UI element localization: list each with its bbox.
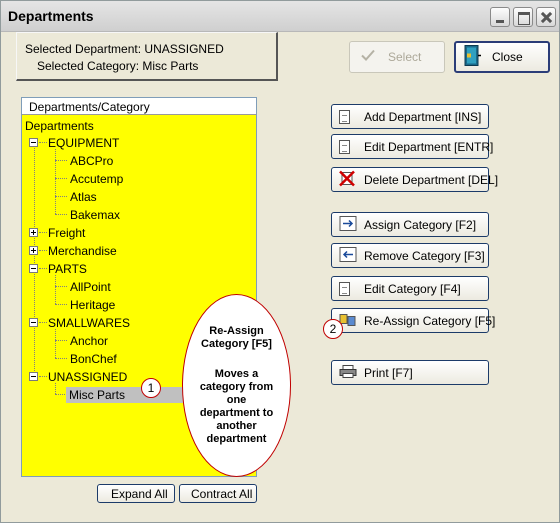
remove-arrows-icon <box>339 246 357 265</box>
balloon-body: Moves a category from one department to … <box>183 368 290 446</box>
edit-document-icon <box>339 139 350 154</box>
balloon-body-line: another <box>216 420 257 432</box>
assign-category-button[interactable]: Assign Category [F2] <box>331 212 489 237</box>
tree-connector <box>39 142 47 143</box>
tree-node-merchandise[interactable]: Merchandise <box>48 244 117 258</box>
contract-all-label: Contract All <box>191 486 253 501</box>
remove-category-button[interactable]: Remove Category [F3] <box>331 243 489 268</box>
tree-node-bakemax[interactable]: Bakemax <box>70 208 120 222</box>
tree-connector <box>39 322 47 323</box>
tree-connector <box>55 160 67 161</box>
edit-category-button[interactable]: Edit Category [F4] <box>331 276 489 301</box>
reassign-callout-balloon: Re-Assign Category [F5] Moves a category… <box>182 294 291 477</box>
tree-connector <box>34 139 35 377</box>
tree-connector <box>55 286 67 287</box>
close-window-button[interactable] <box>536 7 556 27</box>
new-document-icon <box>339 109 350 124</box>
edit-department-button[interactable]: Edit Department [ENTR] <box>331 134 493 159</box>
reassign-category-label: Re-Assign Category [F5] <box>364 313 496 328</box>
tree-node-atlas[interactable]: Atlas <box>70 190 97 204</box>
select-button[interactable]: Select <box>349 41 445 73</box>
tree-connector <box>55 358 67 359</box>
tree-connector <box>55 214 67 215</box>
maximize-button[interactable] <box>513 7 533 27</box>
remove-category-label: Remove Category [F3] <box>364 248 485 263</box>
add-department-label: Add Department [INS] <box>364 109 482 124</box>
add-department-button[interactable]: Add Department [INS] <box>331 104 489 129</box>
delete-department-label: Delete Department [DEL] <box>364 172 499 187</box>
tree-connector <box>55 196 67 197</box>
tree-connector <box>55 329 56 358</box>
close-button[interactable]: Close <box>454 41 550 73</box>
tree-connector <box>55 275 56 304</box>
window-title: Departments <box>8 8 94 24</box>
balloon-title: Re-Assign Category [F5] <box>183 325 290 351</box>
balloon-title-line: Category [F5] <box>201 338 272 350</box>
tree-connector <box>39 268 47 269</box>
delete-x-icon <box>339 170 355 189</box>
print-button[interactable]: Print [F7] <box>331 360 489 385</box>
callout-marker-2: 2 <box>323 319 343 339</box>
balloon-body-line: department <box>206 433 267 445</box>
title-bar: Departments <box>1 1 559 32</box>
collapse-icon[interactable] <box>29 264 38 273</box>
collapse-icon[interactable] <box>29 318 38 327</box>
tree-connector <box>39 232 47 233</box>
tree-node-abcpro[interactable]: ABCPro <box>70 154 113 168</box>
close-button-label: Close <box>492 50 523 64</box>
tree-node-heritage[interactable]: Heritage <box>70 298 115 312</box>
balloon-body-line: Moves a <box>214 368 259 380</box>
assign-category-label: Assign Category [F2] <box>364 217 477 232</box>
balloon-body-line: department to <box>199 407 274 419</box>
checkmark-icon <box>360 49 376 66</box>
tree-root-departments[interactable]: Departments <box>25 119 94 133</box>
selection-panel: Selected Department: UNASSIGNED Selected… <box>16 32 278 81</box>
tree-node-parts[interactable]: PARTS <box>48 262 87 276</box>
tree-connector <box>55 304 67 305</box>
tree-connector <box>55 394 65 395</box>
tree-connector <box>39 250 47 251</box>
tree-node-misc-parts[interactable]: Misc Parts <box>66 387 186 403</box>
edit-category-label: Edit Category [F4] <box>364 281 461 296</box>
tree-node-bonchef[interactable]: BonChef <box>70 352 117 366</box>
selected-department-label: Selected Department: UNASSIGNED <box>25 42 224 56</box>
balloon-title-line: Re-Assign <box>209 325 264 337</box>
reassign-category-button[interactable]: Re-Assign Category [F5] <box>331 308 495 333</box>
tree-connector <box>55 340 67 341</box>
tree-node-freight[interactable]: Freight <box>48 226 85 240</box>
tree-connector <box>55 178 67 179</box>
contract-all-button[interactable]: Contract All <box>179 484 257 503</box>
selected-category-label: Selected Category: Misc Parts <box>37 59 199 73</box>
expand-all-button[interactable]: Expand All <box>97 484 175 503</box>
departments-window: Departments Selected Department: UNASSIG… <box>0 0 560 523</box>
exit-door-icon <box>464 45 482 70</box>
expand-all-label: Expand All <box>111 486 168 501</box>
assign-arrows-icon <box>339 215 357 234</box>
collapse-icon[interactable] <box>29 138 38 147</box>
tree-node-smallwares[interactable]: SMALLWARES <box>48 316 130 330</box>
balloon-body-line: category from <box>199 381 274 393</box>
expand-icon[interactable] <box>29 246 38 255</box>
delete-department-button[interactable]: Delete Department [DEL] <box>331 167 498 192</box>
edit-document-icon <box>339 281 350 296</box>
tree-node-accutemp[interactable]: Accutemp <box>70 172 123 186</box>
minimize-button[interactable] <box>490 7 510 27</box>
tree-header: Departments/Category <box>22 98 256 115</box>
select-button-label: Select <box>388 50 422 64</box>
tree-node-equipment[interactable]: EQUIPMENT <box>48 136 119 150</box>
printer-icon <box>339 364 357 381</box>
tree-node-unassigned[interactable]: UNASSIGNED <box>48 370 127 384</box>
tree-connector <box>39 376 47 377</box>
print-label: Print [F7] <box>364 365 413 380</box>
callout-marker-1: 1 <box>141 378 161 398</box>
tree-connector <box>55 149 56 214</box>
expand-icon[interactable] <box>29 228 38 237</box>
edit-department-label: Edit Department [ENTR] <box>364 139 494 154</box>
tree-connector <box>55 383 56 394</box>
collapse-icon[interactable] <box>29 372 38 381</box>
balloon-body-line: one <box>226 394 247 406</box>
tree-node-allpoint[interactable]: AllPoint <box>70 280 111 294</box>
tree-node-anchor[interactable]: Anchor <box>70 334 108 348</box>
